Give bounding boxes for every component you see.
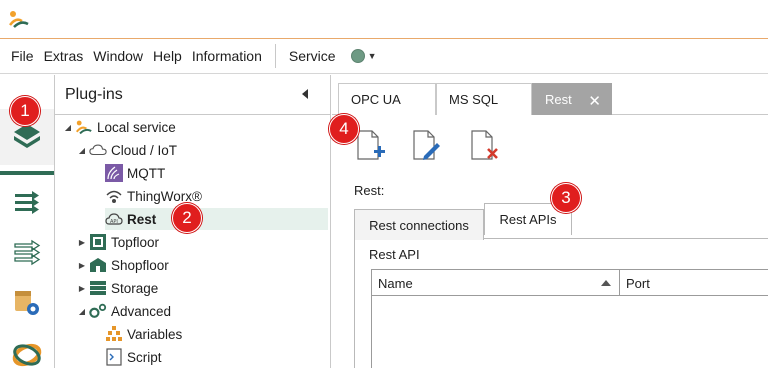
- content-area: OPC UA MS SQL Rest ✕ Rest: Rest connecti…: [332, 75, 768, 368]
- cloud-icon: [89, 141, 107, 159]
- tab-label: Rest: [545, 92, 572, 107]
- tab-label: Rest APIs: [499, 212, 557, 227]
- tree-item-local-service[interactable]: ◢ Local service: [63, 116, 176, 138]
- tree-item-topfloor[interactable]: ▶ Topfloor: [77, 231, 159, 253]
- tree-item-advanced[interactable]: ◢ Advanced: [77, 300, 171, 322]
- mqtt-icon: [105, 164, 123, 182]
- tree-item-label: Advanced: [111, 303, 172, 319]
- thingworx-icon: [105, 187, 123, 205]
- tree-item-label: MQTT: [127, 165, 166, 181]
- tab-rest[interactable]: Rest ✕: [532, 83, 612, 115]
- tree-item-variables[interactable]: Variables: [105, 323, 182, 345]
- ring-logo-icon: [12, 343, 42, 367]
- callout-badge-4: 4: [329, 114, 359, 144]
- tab-label: OPC UA: [351, 92, 401, 107]
- rest-api-frame: Rest API Name Port: [354, 239, 768, 368]
- advanced-icon: [89, 302, 107, 320]
- tree-item-cloud-iot[interactable]: ◢ Cloud / IoT: [77, 139, 177, 161]
- expanded-icon[interactable]: ◢: [77, 146, 87, 155]
- menu-file[interactable]: File: [6, 38, 39, 74]
- tree-item-script[interactable]: Script: [105, 346, 162, 368]
- tree-item-storage[interactable]: ▶ Storage: [77, 277, 158, 299]
- edit-button[interactable]: [406, 124, 446, 168]
- rest-section-label: Rest:: [354, 183, 385, 198]
- tree-item-shopfloor[interactable]: ▶ Shopfloor: [77, 254, 169, 276]
- title-bar: [0, 0, 768, 38]
- expanded-icon[interactable]: ◢: [63, 123, 73, 132]
- callout-badge-3: 3: [551, 183, 581, 213]
- menu-help[interactable]: Help: [148, 38, 187, 74]
- tree-item-label: Storage: [111, 280, 159, 296]
- tab-ms-sql[interactable]: MS SQL: [436, 83, 532, 115]
- new-document-icon: [357, 130, 385, 160]
- tab-opc-ua[interactable]: OPC UA: [338, 83, 436, 115]
- collapse-left-icon[interactable]: [302, 89, 308, 99]
- rail-logo-button[interactable]: [0, 327, 54, 368]
- rest-api-grid: Name Port: [371, 269, 768, 368]
- column-header-name[interactable]: Name: [372, 270, 620, 296]
- menu-separator: [274, 44, 276, 68]
- service-status-icon[interactable]: [350, 49, 365, 63]
- tree-item-label: Script: [127, 349, 162, 365]
- column-label: Port: [626, 275, 650, 291]
- forward-arrows-icon: [15, 191, 39, 214]
- callout-badge-2: 2: [172, 203, 202, 233]
- plugins-panel-title: Plug-ins: [65, 85, 123, 103]
- rail-config-button[interactable]: [0, 275, 54, 331]
- collapsed-icon[interactable]: ▶: [77, 284, 87, 293]
- tree-item-label: Shopfloor: [111, 257, 169, 273]
- tree-item-label: Cloud / IoT: [111, 142, 178, 158]
- delete-button[interactable]: [464, 124, 504, 168]
- tree-item-mqtt[interactable]: MQTT: [105, 162, 165, 184]
- toolbar: [332, 116, 768, 176]
- app-logo-icon: [9, 11, 29, 28]
- script-icon: [105, 348, 123, 366]
- tree-item-rest[interactable]: API Rest: [105, 208, 328, 230]
- column-label: Name: [378, 275, 413, 291]
- grid-header: Name Port: [372, 270, 768, 296]
- sort-ascending-icon: [601, 280, 611, 286]
- config-gear-icon: [15, 291, 39, 315]
- column-header-port[interactable]: Port: [620, 270, 650, 296]
- document-tabs: OPC UA MS SQL Rest ✕: [332, 75, 768, 115]
- menu-window[interactable]: Window: [88, 38, 148, 74]
- callout-badge-1: 1: [10, 96, 40, 126]
- menu-extras[interactable]: Extras: [39, 38, 89, 74]
- tree-item-label: Local service: [97, 119, 176, 135]
- rest-icon: API: [105, 210, 123, 228]
- svg-text:API: API: [110, 219, 118, 225]
- storage-icon: [89, 279, 107, 297]
- shopfloor-icon: [89, 256, 107, 274]
- close-icon[interactable]: ✕: [588, 92, 601, 110]
- edit-document-icon: [413, 130, 440, 160]
- tab-label: Rest connections: [369, 217, 469, 233]
- tree-item-label: Topfloor: [111, 234, 160, 250]
- menu-service[interactable]: Service: [284, 38, 341, 74]
- collapsed-icon[interactable]: ▶: [77, 261, 87, 270]
- tab-rest-connections[interactable]: Rest connections: [354, 209, 484, 240]
- plugins-panel-header: Plug-ins: [55, 75, 330, 115]
- variables-icon: [105, 325, 123, 343]
- delete-document-icon: [471, 130, 498, 160]
- outline-arrows-icon: [14, 239, 41, 266]
- plugins-icon: [14, 124, 40, 148]
- local-service-icon: [75, 118, 93, 136]
- tree-item-label: Variables: [127, 326, 183, 342]
- rest-api-title: Rest API: [369, 247, 420, 262]
- rail-flows-button[interactable]: [0, 225, 54, 281]
- menu-bar: File Extras Window Help Information Serv…: [0, 38, 768, 74]
- rail-dataflow-button[interactable]: [0, 175, 54, 231]
- tree-item-label: ThingWorx®: [127, 188, 202, 204]
- collapsed-icon[interactable]: ▶: [77, 238, 87, 247]
- menu-information[interactable]: Information: [187, 38, 267, 74]
- chevron-down-icon[interactable]: ▼: [368, 51, 377, 61]
- expanded-icon[interactable]: ◢: [77, 307, 87, 316]
- topfloor-icon: [89, 233, 107, 251]
- tree-item-label: Rest: [127, 211, 157, 227]
- tab-label: MS SQL: [449, 92, 499, 107]
